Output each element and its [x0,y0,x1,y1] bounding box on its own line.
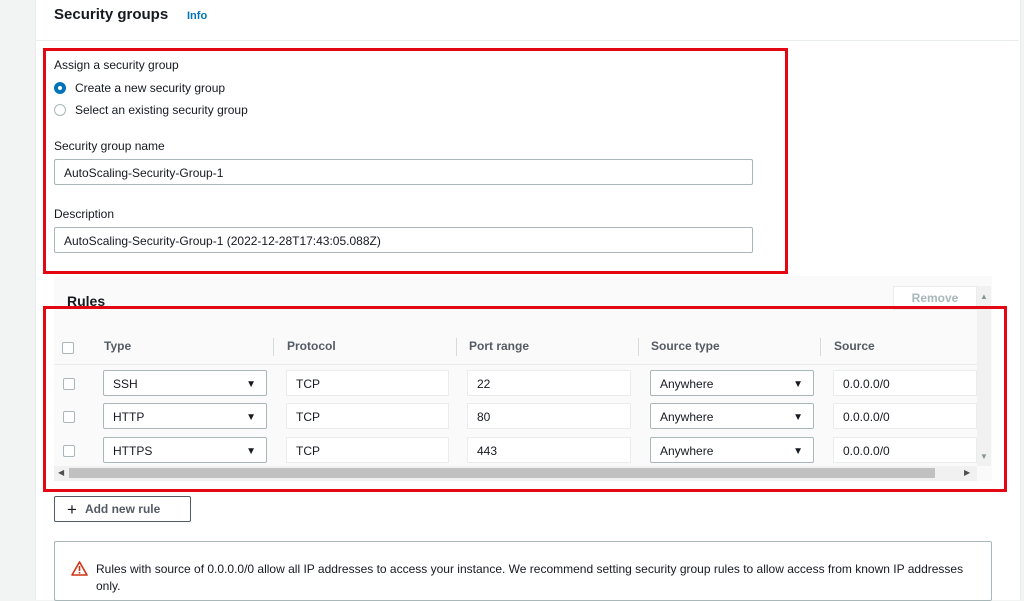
dropdown-caret-icon: ▼ [246,412,256,423]
row-checkbox[interactable] [63,445,75,457]
section-title: Security groups [54,6,169,23]
dropdown-caret-icon: ▼ [246,446,256,457]
rule-protocol-field: TCP [286,437,449,463]
column-header-type: Type [104,339,132,353]
add-new-rule-label: Add new rule [84,502,161,516]
rule-source-input[interactable]: 0.0.0.0/0 [833,403,977,429]
radio-selected-icon[interactable] [54,82,66,94]
group-name-input[interactable]: AutoScaling-Security-Group-1 [54,159,753,185]
section-header [35,0,1019,41]
row-checkbox[interactable] [63,378,75,390]
select-all-checkbox[interactable] [62,342,74,354]
description-label: Description [54,207,115,221]
rule-protocol-field: TCP [286,370,449,396]
group-name-label: Security group name [54,139,165,153]
rule-source-type-value: Anywhere [660,444,714,458]
description-input[interactable]: AutoScaling-Security-Group-1 (2022-12-28… [54,227,753,253]
warning-icon [71,561,88,576]
scroll-left-icon[interactable]: ◀ [58,468,64,477]
rule-source-input[interactable]: 0.0.0.0/0 [833,437,977,463]
radio-unselected-icon[interactable] [54,104,66,116]
radio-select-existing[interactable]: Select an existing security group [54,103,248,117]
remove-rule-button[interactable]: Remove [893,286,977,310]
rule-source-type-select[interactable]: Anywhere ▼ [650,370,814,396]
column-divider [638,338,639,356]
rule-source-input[interactable]: 0.0.0.0/0 [833,370,977,396]
rules-horizontal-scrollbar[interactable]: ◀ ▶ [54,466,977,481]
column-divider [820,338,821,356]
info-link[interactable]: Info [187,10,207,22]
rules-vertical-scrollbar[interactable]: ▲ ▼ [977,286,991,466]
rule-type-value: HTTPS [113,444,153,458]
scroll-right-icon[interactable]: ▶ [964,468,970,477]
plus-icon: + [67,499,77,519]
radio-create-new[interactable]: Create a new security group [54,81,225,95]
scrollbar-thumb[interactable] [69,468,935,478]
rule-type-select[interactable]: SSH ▼ [103,370,267,396]
column-header-source-type: Source type [651,339,720,353]
radio-create-new-label: Create a new security group [75,81,226,95]
assign-group-label: Assign a security group [54,58,179,72]
dropdown-caret-icon: ▼ [793,379,803,390]
warning-message: Rules with source of 0.0.0.0/0 allow all… [96,562,964,593]
dropdown-caret-icon: ▼ [793,412,803,423]
scroll-up-icon[interactable]: ▲ [980,292,988,301]
column-divider [456,338,457,356]
rule-port-range-input[interactable]: 80 [467,403,631,429]
column-divider [273,338,274,356]
rule-source-type-select[interactable]: Anywhere ▼ [650,403,814,429]
rule-type-select[interactable]: HTTP ▼ [103,403,267,429]
rules-title: Rules [67,293,106,309]
scroll-down-icon[interactable]: ▼ [980,452,988,461]
rule-source-type-select[interactable]: Anywhere ▼ [650,437,814,463]
rule-type-select[interactable]: HTTPS ▼ [103,437,267,463]
rule-source-type-value: Anywhere [660,377,714,391]
radio-select-existing-label: Select an existing security group [75,103,248,117]
column-header-protocol: Protocol [287,339,336,353]
rule-type-value: SSH [113,377,138,391]
rule-protocol-field: TCP [286,403,449,429]
column-header-port-range: Port range [469,339,530,353]
row-checkbox[interactable] [63,411,75,423]
dropdown-caret-icon: ▼ [246,379,256,390]
rule-type-value: HTTP [113,410,145,424]
dropdown-caret-icon: ▼ [793,446,803,457]
rule-source-type-value: Anywhere [660,410,714,424]
add-new-rule-button[interactable]: + Add new rule [54,496,191,522]
rule-port-range-input[interactable]: 443 [467,437,631,463]
rule-port-range-input[interactable]: 22 [467,370,631,396]
column-header-source: Source [834,339,875,353]
